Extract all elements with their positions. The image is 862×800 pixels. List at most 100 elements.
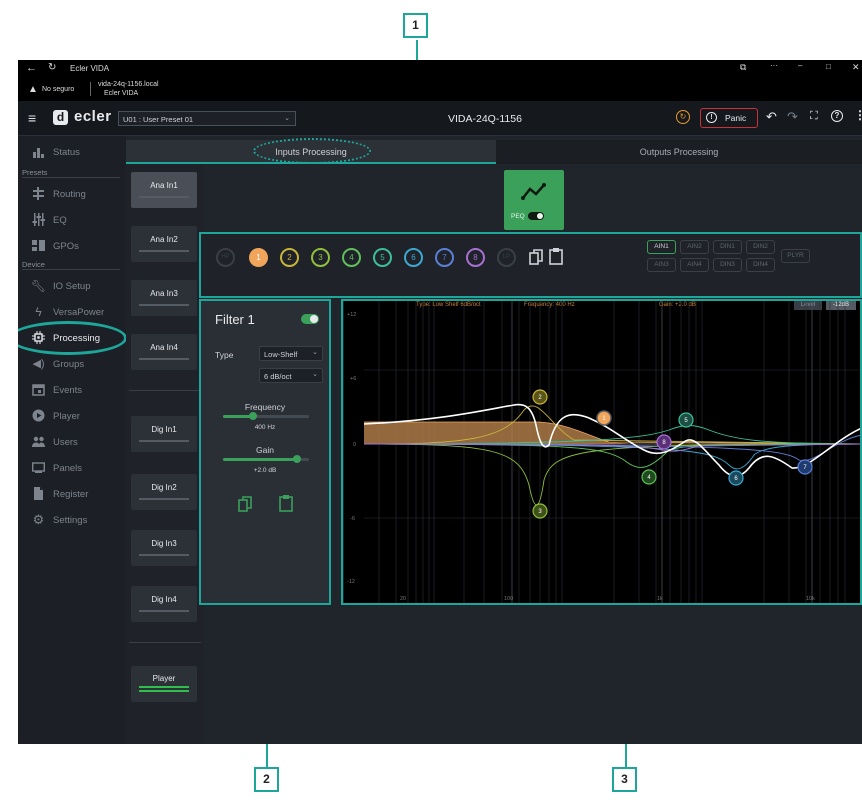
preset-select[interactable]: U01 : User Preset 01 ⌄ bbox=[118, 111, 296, 126]
tab-icon[interactable]: ⧉ bbox=[740, 62, 746, 73]
divider bbox=[129, 390, 201, 391]
peq-toggle[interactable] bbox=[528, 212, 544, 220]
sidebar-label-eq: EQ bbox=[53, 215, 67, 226]
channel-ana-in2[interactable]: Ana In2 bbox=[131, 226, 197, 262]
channel-list: Ana In1 Ana In2 Ana In3 Ana In4 Dig In1 … bbox=[126, 164, 204, 744]
sidebar-label-groups: Groups bbox=[53, 359, 85, 370]
channel-label: Ana In4 bbox=[150, 343, 178, 352]
sidebar-label-routing: Routing bbox=[53, 189, 86, 200]
calendar-icon bbox=[32, 383, 45, 396]
close-icon[interactable]: ✕ bbox=[852, 62, 860, 73]
sidebar-item-groups[interactable]: ◀) Groups bbox=[18, 354, 126, 374]
redo-icon[interactable]: ↷ bbox=[787, 109, 798, 125]
channel-meter bbox=[139, 358, 189, 360]
sync-icon[interactable]: ↻ bbox=[676, 110, 690, 124]
bar-chart-icon bbox=[32, 145, 45, 158]
channel-meter bbox=[139, 250, 189, 252]
channel-meter bbox=[139, 554, 189, 556]
equalizer-icon bbox=[32, 213, 45, 226]
chevron-down-icon: ⌄ bbox=[284, 115, 290, 122]
sidebar-item-users[interactable]: Users bbox=[18, 432, 126, 452]
processing-tabs: Inputs Processing Outputs Processing bbox=[126, 138, 862, 164]
channel-label: Ana In2 bbox=[150, 235, 178, 244]
sidebar-item-panels[interactable]: Panels bbox=[18, 458, 126, 478]
channel-meter bbox=[139, 440, 189, 442]
channel-label: Player bbox=[152, 674, 176, 683]
callout-3: 3 bbox=[612, 767, 637, 792]
sidebar-item-events[interactable]: Events bbox=[18, 380, 126, 400]
filter-panel-highlight bbox=[199, 299, 331, 605]
sidebar-label-versapower: VersaPower bbox=[53, 307, 105, 318]
undo-icon[interactable]: ↶ bbox=[766, 109, 777, 125]
sidebar-label-events: Events bbox=[53, 385, 83, 396]
tab-outputs-processing[interactable]: Outputs Processing bbox=[496, 140, 862, 164]
title-bar: ← ↻ Ecler VIDA ⧉ ··· – □ ✕ bbox=[18, 60, 862, 78]
sidebar-label-status: Status bbox=[53, 147, 80, 158]
sidebar: Status Presets Routing EQ GPOs Device 🔧︎… bbox=[18, 136, 127, 744]
help-icon[interactable]: ? bbox=[831, 110, 843, 122]
section-presets: Presets bbox=[22, 168, 48, 177]
panic-label: Panic bbox=[725, 113, 747, 123]
channel-label: Dig In2 bbox=[151, 483, 177, 492]
processing-highlight bbox=[18, 321, 127, 355]
device-name: VIDA-24Q-1156 bbox=[448, 113, 522, 125]
callout-2: 2 bbox=[254, 767, 279, 792]
tab-label-outputs: Outputs Processing bbox=[639, 147, 719, 157]
wrench-icon: 🔧︎ bbox=[30, 278, 47, 293]
sidebar-item-player[interactable]: Player bbox=[18, 406, 126, 426]
alert-icon: ! bbox=[706, 112, 717, 123]
channel-ana-in1[interactable]: Ana In1 bbox=[131, 172, 197, 208]
logo-text: ecler bbox=[74, 108, 112, 125]
band-bar-highlight bbox=[199, 232, 862, 298]
sidebar-label-users: Users bbox=[53, 437, 78, 448]
sidebar-item-routing[interactable]: Routing bbox=[18, 184, 126, 204]
kebab-menu-icon[interactable]: ⋮ bbox=[854, 108, 862, 122]
window-title: Ecler VIDA bbox=[70, 64, 110, 73]
fullscreen-icon[interactable]: ⛶ bbox=[810, 110, 818, 123]
inputs-tab-highlight bbox=[253, 138, 371, 164]
document-icon bbox=[32, 487, 45, 500]
reload-icon[interactable]: ↻ bbox=[48, 62, 56, 73]
channel-player[interactable]: Player bbox=[131, 666, 197, 702]
channel-ana-in4[interactable]: Ana In4 bbox=[131, 334, 197, 370]
sidebar-item-status[interactable]: Status bbox=[18, 142, 126, 162]
player-meter bbox=[139, 690, 189, 692]
speaker-icon: ◀) bbox=[32, 358, 45, 370]
play-circle-icon bbox=[32, 409, 45, 422]
preset-value: U01 : User Preset 01 bbox=[123, 115, 194, 124]
maximize-icon[interactable]: □ bbox=[826, 62, 831, 71]
sidebar-label-io-setup: IO Setup bbox=[53, 281, 91, 292]
menu-icon[interactable]: ≡ bbox=[28, 110, 36, 126]
sidebar-item-io-setup[interactable]: 🔧︎ IO Setup bbox=[18, 276, 126, 296]
peq-button[interactable]: PEQ bbox=[504, 170, 564, 230]
channel-dig-in4[interactable]: Dig In4 bbox=[131, 586, 197, 622]
sidebar-label-register: Register bbox=[53, 489, 89, 500]
channel-label: Dig In1 bbox=[151, 425, 177, 434]
sidebar-label-settings: Settings bbox=[53, 515, 88, 526]
more-icon[interactable]: ··· bbox=[770, 61, 778, 70]
sidebar-item-register[interactable]: Register bbox=[18, 484, 126, 504]
peq-label: PEQ bbox=[511, 213, 525, 220]
page: 1 2 3 ← ↻ Ecler VIDA ⧉ ··· – □ ✕ ▲ No se… bbox=[0, 0, 862, 800]
address-bar[interactable]: ▲ No seguro vida-24q-1156.local Ecler VI… bbox=[18, 78, 862, 101]
divider bbox=[129, 642, 201, 643]
sidebar-item-versapower[interactable]: ϟ VersaPower bbox=[18, 302, 126, 322]
app-toolbar: ≡ d ecler U01 : User Preset 01 ⌄ VIDA-24… bbox=[18, 101, 862, 136]
sidebar-label-gpos: GPOs bbox=[53, 241, 79, 252]
channel-dig-in3[interactable]: Dig In3 bbox=[131, 530, 197, 566]
channel-dig-in2[interactable]: Dig In2 bbox=[131, 474, 197, 510]
divider bbox=[22, 177, 120, 178]
minimize-icon[interactable]: – bbox=[798, 61, 802, 70]
users-icon bbox=[32, 435, 45, 448]
channel-dig-in1[interactable]: Dig In1 bbox=[131, 416, 197, 452]
sidebar-item-gpos[interactable]: GPOs bbox=[18, 236, 126, 256]
channel-ana-in3[interactable]: Ana In3 bbox=[131, 280, 197, 316]
channel-meter bbox=[139, 498, 189, 500]
panic-button[interactable]: ! Panic bbox=[700, 108, 758, 128]
back-icon[interactable]: ← bbox=[26, 62, 37, 74]
routing-icon bbox=[32, 187, 45, 200]
sidebar-item-eq[interactable]: EQ bbox=[18, 210, 126, 230]
url-text: vida-24q-1156.local bbox=[98, 81, 159, 88]
sidebar-item-settings[interactable]: ⚙ Settings bbox=[18, 510, 126, 530]
channel-label: Ana In3 bbox=[150, 289, 178, 298]
